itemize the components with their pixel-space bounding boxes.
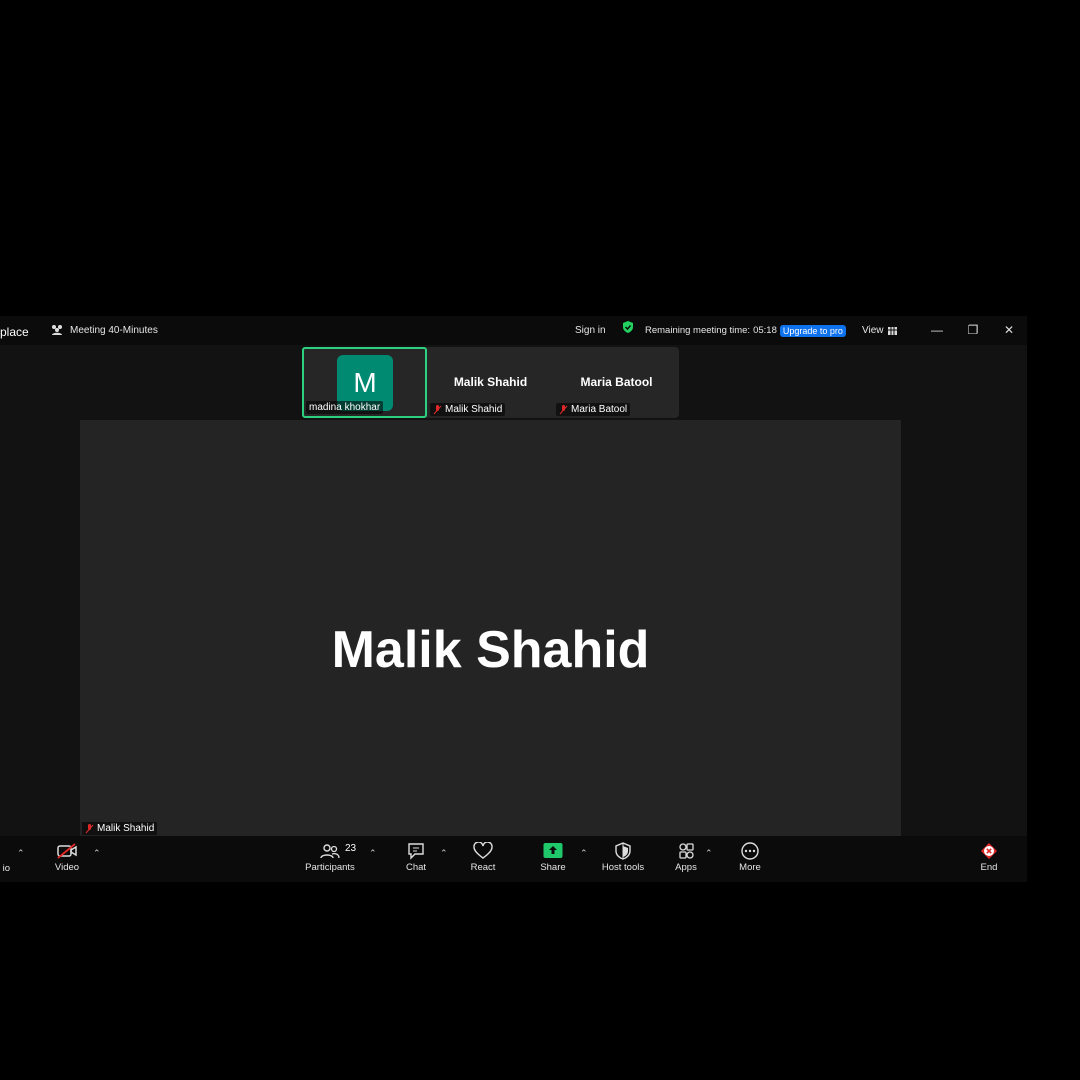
participant-tile-maria[interactable]: Maria Batool Maria Batool <box>554 347 679 418</box>
participants-icon <box>320 844 340 859</box>
active-speaker-label: Malik Shahid <box>82 822 158 835</box>
more-button[interactable]: More <box>720 842 780 873</box>
host-tools-button[interactable]: Host tools <box>593 842 653 873</box>
participant-tile-madina[interactable]: M madina khokhar <box>302 347 427 418</box>
view-button[interactable]: View <box>862 321 897 341</box>
grid-icon <box>887 327 897 335</box>
mic-off-icon <box>433 404 442 414</box>
apps-caret-icon[interactable]: ⌃ <box>705 848 713 859</box>
participant-label: madina khokhar <box>306 401 384 414</box>
share-button[interactable]: Share <box>523 842 583 873</box>
shield-icon <box>615 842 631 860</box>
participant-name: Malik Shahid <box>453 375 528 389</box>
remaining-time: Remaining meeting time: 05:18 Upgrade to… <box>645 321 846 341</box>
participants-caret-icon[interactable]: ⌃ <box>369 848 377 859</box>
active-speaker-name: Malik Shahid <box>331 621 650 679</box>
chat-label: Chat <box>405 862 427 873</box>
chat-icon <box>408 843 424 860</box>
participant-name: Maria Batool <box>580 375 653 389</box>
end-button[interactable]: End <box>959 842 1019 873</box>
video-label: Video <box>54 862 80 873</box>
participants-count: 23 <box>345 843 357 854</box>
heart-icon <box>473 842 493 859</box>
mic-off-icon <box>85 823 94 833</box>
participant-label: Malik Shahid <box>430 403 506 416</box>
audio-button[interactable]: io <box>0 863 10 874</box>
more-icon <box>741 842 759 860</box>
title-bar: place Meeting 40-Minutes Sign in Remaini… <box>0 316 1027 345</box>
video-caret-icon[interactable]: ⌃ <box>93 848 101 859</box>
minimize-icon[interactable]: — <box>929 321 945 339</box>
participant-label-text: Maria Batool <box>571 404 628 415</box>
apps-icon <box>679 843 694 859</box>
audio-caret-icon[interactable]: ⌃ <box>17 848 25 859</box>
participant-label-text: madina khokhar <box>309 402 381 413</box>
share-screen-icon <box>543 843 563 858</box>
sign-in-link[interactable]: Sign in <box>575 321 606 341</box>
host-tools-label: Host tools <box>601 862 645 873</box>
remaining-label: Remaining meeting time: <box>645 325 751 336</box>
close-icon[interactable]: ✕ <box>1001 321 1017 339</box>
participant-strip: M madina khokhar Malik Shahid Malik Shah… <box>302 347 679 418</box>
shield-check-icon[interactable] <box>621 320 635 334</box>
meeting-toolbar: io ⌃ Video ⌃ Participants 23 ⌃ Chat ⌃ Re… <box>0 836 1027 882</box>
chat-caret-icon[interactable]: ⌃ <box>440 848 448 859</box>
upgrade-button[interactable]: Upgrade to pro <box>779 325 846 337</box>
participant-label-text: Malik Shahid <box>445 404 503 415</box>
meeting-title: Meeting 40-Minutes <box>70 324 158 336</box>
apps-label: Apps <box>675 862 697 873</box>
video-button[interactable]: Video <box>37 842 97 873</box>
remaining-time-value: 05:18 <box>753 325 777 336</box>
participant-label: Maria Batool <box>556 403 631 416</box>
view-label: View <box>862 325 884 336</box>
people-icon <box>52 325 62 335</box>
react-button[interactable]: React <box>453 842 513 873</box>
video-off-icon <box>57 843 77 859</box>
end-label: End <box>980 862 998 873</box>
react-label: React <box>470 862 496 873</box>
end-call-icon <box>981 843 997 859</box>
mic-off-icon <box>559 404 568 414</box>
participant-tile-malik[interactable]: Malik Shahid Malik Shahid <box>428 347 553 418</box>
chat-button[interactable]: Chat <box>386 842 446 873</box>
meeting-info[interactable]: Meeting 40-Minutes <box>50 320 158 340</box>
active-speaker-stage: Malik Shahid Malik Shahid <box>80 420 901 836</box>
active-speaker-label-text: Malik Shahid <box>97 823 155 834</box>
share-caret-icon[interactable]: ⌃ <box>580 848 588 859</box>
participants-label: Participants <box>305 862 355 873</box>
app-title-fragment: place <box>0 325 29 339</box>
audio-label: io <box>2 863 10 874</box>
restore-icon[interactable]: ❐ <box>965 321 981 339</box>
share-label: Share <box>540 862 566 873</box>
more-label: More <box>739 862 761 873</box>
